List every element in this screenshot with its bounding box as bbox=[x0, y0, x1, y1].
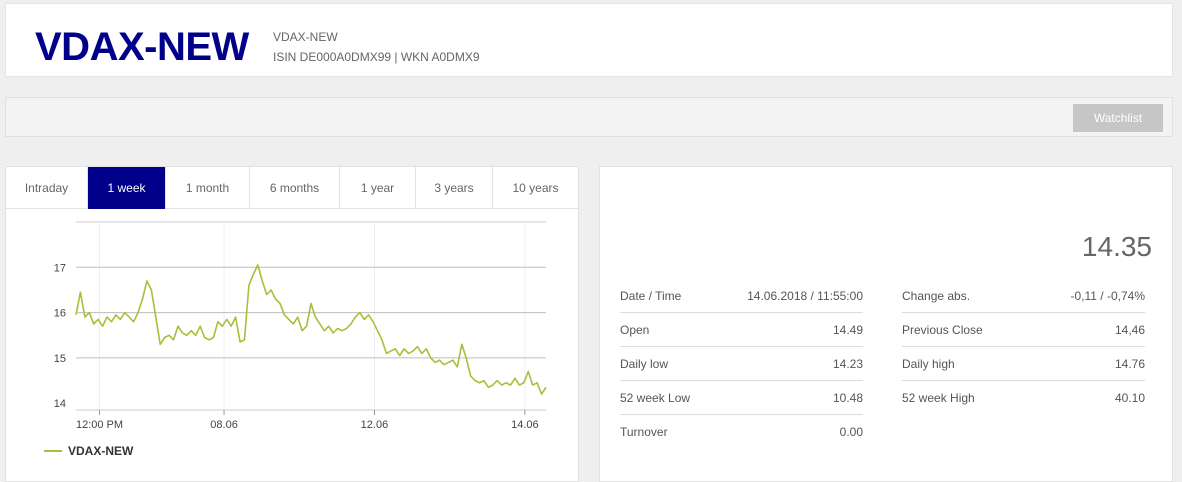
chart-panel: Intraday 1 week 1 month 6 months 1 year … bbox=[5, 166, 579, 482]
y-tick-label: 17 bbox=[54, 262, 66, 274]
quote-row-daily-high: Daily high 14.76 bbox=[902, 347, 1145, 381]
quote-value: 14.76 bbox=[1114, 356, 1145, 371]
quote-row-open: Open 14.49 bbox=[620, 313, 863, 347]
quote-value: 10.48 bbox=[832, 390, 863, 405]
quote-row-daily-low: Daily low 14.23 bbox=[620, 347, 863, 381]
timeframe-tabs: Intraday 1 week 1 month 6 months 1 year … bbox=[6, 167, 578, 209]
quote-row-turnover: Turnover 0.00 bbox=[620, 415, 863, 449]
quote-label: Date / Time bbox=[620, 288, 682, 303]
quote-value: 0.00 bbox=[839, 425, 863, 439]
quote-label: Change abs. bbox=[902, 288, 971, 303]
y-tick-label: 14 bbox=[54, 398, 66, 410]
series-line-vdax-new bbox=[75, 264, 547, 395]
action-toolbar: Watchlist bbox=[5, 97, 1173, 137]
quote-label: Turnover bbox=[620, 425, 668, 439]
quote-label: 52 week Low bbox=[620, 390, 691, 405]
quote-label: Daily high bbox=[902, 356, 955, 371]
quote-column-left: Date / Time 14.06.2018 / 11:55:00 Open 1… bbox=[620, 279, 863, 449]
last-price: 14.35 bbox=[1081, 231, 1152, 262]
legend-label: VDAX-NEW bbox=[68, 444, 134, 458]
quote-column-right: Change abs. -0,11 / -0,74% Previous Clos… bbox=[902, 279, 1145, 415]
quote-value: 14.49 bbox=[832, 322, 863, 337]
quote-value: -0,11 / -0,74% bbox=[1070, 288, 1145, 303]
quote-row-previous-close: Previous Close 14,46 bbox=[902, 313, 1145, 347]
quote-label: 52 week High bbox=[902, 391, 975, 405]
quote-value: 14.06.2018 / 11:55:00 bbox=[747, 288, 863, 303]
quote-row-52-week-low: 52 week Low 10.48 bbox=[620, 381, 863, 415]
instrument-subname: VDAX-NEW bbox=[273, 30, 338, 44]
instrument-title: VDAX-NEW bbox=[35, 25, 249, 69]
quote-row-52-week-high: 52 week High 40.10 bbox=[902, 381, 1145, 415]
chart-legend[interactable]: VDAX-NEW bbox=[44, 444, 133, 458]
isin-wkn-line: ISIN DE000A0DMX99 | WKN A0DMX9 bbox=[273, 50, 480, 64]
tab-6-months[interactable]: 6 months bbox=[250, 167, 340, 209]
instrument-header: VDAX-NEW VDAX-NEW ISIN DE000A0DMX99 | WK… bbox=[5, 3, 1173, 77]
tab-1-week[interactable]: 1 week bbox=[88, 167, 166, 209]
x-tick-label: 14.06 bbox=[511, 419, 539, 431]
x-tick-label: 12:00 PM bbox=[76, 419, 123, 431]
quote-label: Open bbox=[620, 322, 650, 337]
quote-label: Previous Close bbox=[902, 322, 983, 337]
quote-row-change-abs: Change abs. -0,11 / -0,74% bbox=[902, 279, 1145, 313]
y-tick-label: 15 bbox=[54, 353, 66, 365]
x-tick-label: 12.06 bbox=[361, 419, 389, 431]
x-tick-label: 08.06 bbox=[210, 419, 238, 431]
tab-1-month[interactable]: 1 month bbox=[166, 167, 250, 209]
quote-panel: 14.35 Date / Time 14.06.2018 / 11:55:00 … bbox=[599, 166, 1173, 482]
tab-10-years[interactable]: 10 years bbox=[493, 167, 578, 209]
quote-label: Daily low bbox=[620, 356, 669, 371]
price-chart[interactable]: 14 15 16 17 12:00 PM 08.06 12.06 14.06 bbox=[6, 210, 578, 440]
tab-1-year[interactable]: 1 year bbox=[340, 167, 416, 209]
tab-intraday[interactable]: Intraday bbox=[6, 167, 88, 209]
quote-row-date-time: Date / Time 14.06.2018 / 11:55:00 bbox=[620, 279, 863, 313]
y-tick-label: 16 bbox=[54, 308, 66, 320]
tab-3-years[interactable]: 3 years bbox=[416, 167, 493, 209]
quote-value: 14,46 bbox=[1114, 322, 1145, 337]
quote-value: 14.23 bbox=[832, 356, 863, 371]
watchlist-button[interactable]: Watchlist bbox=[1073, 104, 1163, 132]
legend-swatch bbox=[44, 450, 62, 452]
quote-value: 40.10 bbox=[1114, 391, 1145, 405]
